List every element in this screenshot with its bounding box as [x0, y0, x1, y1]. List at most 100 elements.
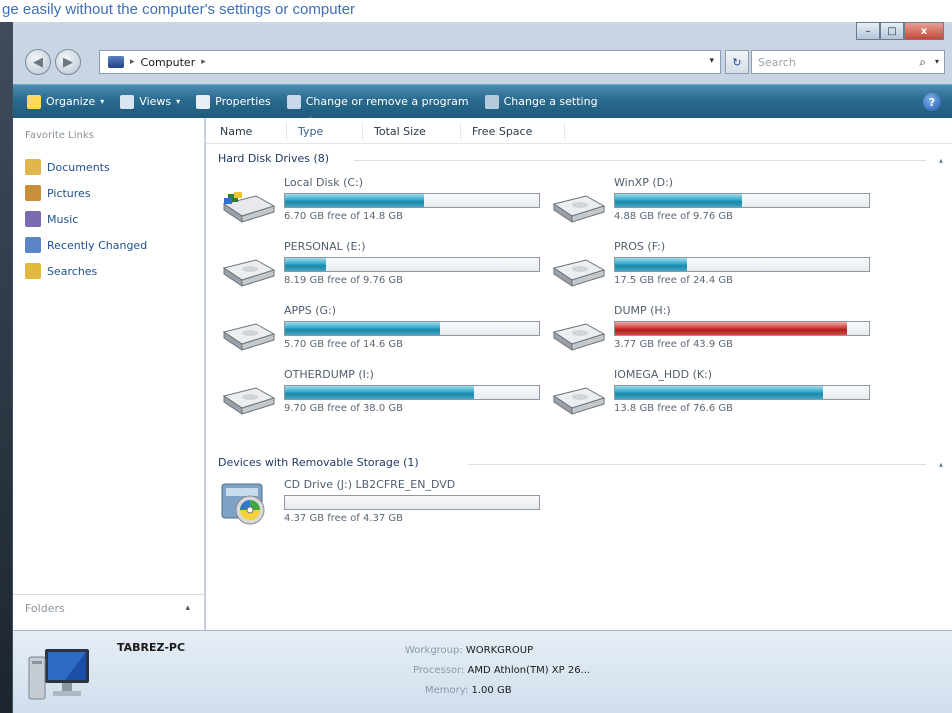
views-icon — [120, 94, 135, 109]
search-placeholder: Search — [758, 55, 796, 69]
group-hard-disk-drives[interactable]: Hard Disk Drives (8) — [218, 152, 329, 165]
drive-item[interactable]: DUMP (H:) 3.77 GB free of 43.9 GB — [550, 304, 880, 364]
collapse-icon[interactable]: ▴ — [939, 156, 943, 165]
favorite-link-recently-changed[interactable]: Recently Changed — [25, 234, 147, 256]
chevron-up-icon[interactable]: ▴ — [185, 603, 190, 613]
drive-item[interactable]: WinXP (D:) 4.88 GB free of 9.76 GB — [550, 176, 880, 236]
address-dropdown-icon[interactable]: ▾ — [709, 56, 714, 66]
music-icon — [25, 211, 41, 227]
search-dropdown-icon[interactable]: ▾ — [935, 57, 939, 66]
address-bar[interactable]: ▸ Computer ▸ ▾ — [99, 50, 721, 74]
drive-name: WinXP (D:) — [614, 176, 674, 189]
local-disk-icon — [222, 192, 276, 223]
group-divider — [468, 464, 926, 465]
column-total-size[interactable]: Total Size — [374, 125, 426, 138]
drive-usage-bar — [614, 385, 870, 400]
caption-text: ge easily without the computer's setting… — [0, 0, 952, 22]
forward-button[interactable]: ▶ — [55, 49, 81, 75]
hard-disk-icon — [222, 323, 276, 351]
favorite-link-label: Pictures — [47, 186, 91, 200]
drive-item[interactable]: PROS (F:) 17.5 GB free of 24.4 GB — [550, 240, 880, 300]
forward-arrow-icon: ▶ — [63, 54, 73, 70]
drive-item[interactable]: CD Drive (J:) LB2CFRE_EN_DVD 4.37 GB free… — [220, 478, 550, 538]
toolbar-label: Organize — [46, 95, 96, 108]
help-button[interactable]: ? — [923, 93, 941, 111]
drive-item[interactable]: PERSONAL (E:) 8.19 GB free of 9.76 GB — [220, 240, 550, 300]
searches-icon — [25, 263, 41, 279]
favorite-link-documents[interactable]: Documents — [25, 156, 110, 178]
drive-usage-fill — [615, 194, 742, 207]
drive-free-space: 9.70 GB free of 38.0 GB — [284, 403, 403, 414]
drive-usage-bar — [284, 495, 540, 510]
close-button[interactable]: x — [904, 22, 944, 40]
folders-bar[interactable]: Folders ▴ — [13, 594, 204, 622]
search-icon[interactable]: ⌕ — [919, 55, 926, 70]
column-divider[interactable] — [460, 122, 461, 140]
drive-free-space: 3.77 GB free of 43.9 GB — [614, 339, 733, 350]
search-input[interactable]: Search ⌕ ▾ — [751, 50, 945, 74]
breadcrumb-computer[interactable]: Computer — [141, 56, 196, 69]
drive-free-space: 4.88 GB free of 9.76 GB — [614, 211, 733, 222]
collapse-icon[interactable]: ▴ — [939, 460, 943, 469]
refresh-button[interactable]: ↻ — [725, 50, 749, 74]
toolbar-change-a-setting-button[interactable]: Change a setting — [479, 89, 604, 115]
column-name[interactable]: Name — [220, 125, 252, 138]
details-pane: TABREZ-PC Workgroup: WORKGROUP Processor… — [13, 630, 952, 713]
drive-usage-fill — [285, 322, 440, 335]
favorite-link-pictures[interactable]: Pictures — [25, 182, 91, 204]
address-row: ◀ ▶ ▸ Computer ▸ ▾ ↻ Search ⌕ ▾ — [13, 42, 952, 82]
column-divider[interactable] — [564, 122, 565, 140]
drive-name: APPS (G:) — [284, 304, 337, 317]
drive-free-space: 5.70 GB free of 14.6 GB — [284, 339, 403, 350]
hard-disk-icon — [222, 387, 276, 415]
drive-usage-fill — [615, 258, 687, 271]
drive-free-space: 13.8 GB free of 76.6 GB — [614, 403, 733, 414]
column-divider[interactable] — [286, 122, 287, 140]
drive-usage-fill — [285, 386, 475, 399]
toolbar-label: Properties — [215, 95, 271, 108]
drive-free-space: 6.70 GB free of 14.8 GB — [284, 211, 403, 222]
workgroup-value: WORKGROUP — [465, 645, 534, 656]
toolbar-properties-button[interactable]: Properties — [190, 89, 277, 115]
drive-usage-bar — [614, 321, 870, 336]
back-button[interactable]: ◀ — [25, 49, 51, 75]
column-free-space[interactable]: Free Space — [472, 125, 532, 138]
favorite-link-label: Searches — [47, 264, 98, 278]
drive-item[interactable]: IOMEGA_HDD (K:) 13.8 GB free of 76.6 GB — [550, 368, 880, 428]
drive-name: DUMP (H:) — [614, 304, 671, 317]
column-header: Name Type Total Size Free Space — [206, 116, 952, 144]
drive-item[interactable]: APPS (G:) 5.70 GB free of 14.6 GB — [220, 304, 550, 364]
drive-usage-bar — [284, 321, 540, 336]
drive-usage-bar — [614, 193, 870, 208]
command-bar: Organize ▾ Views ▾ Properties Change or remov… — [13, 84, 952, 118]
back-arrow-icon: ◀ — [33, 54, 43, 70]
toolbar-organize-button[interactable]: Organize ▾ — [21, 89, 110, 115]
toolbar-change-or-remove-a-program-button[interactable]: Change or remove a program — [281, 89, 475, 115]
toolbar-views-button[interactable]: Views ▾ — [114, 89, 186, 115]
drive-item[interactable]: Local Disk (C:) 6.70 GB free of 14.8 GB — [220, 176, 550, 236]
hard-disk-icon — [552, 323, 606, 351]
column-divider[interactable] — [362, 122, 363, 140]
maximize-button[interactable]: □ — [880, 22, 904, 40]
favorite-link-music[interactable]: Music — [25, 208, 78, 230]
navigation-pane: Favorite Links Folders ▴ Documents Pictur… — [13, 118, 205, 630]
drive-name: CD Drive (J:) LB2CFRE_EN_DVD — [284, 478, 456, 491]
drive-name: IOMEGA_HDD (K:) — [614, 368, 713, 381]
favorite-link-searches[interactable]: Searches — [25, 260, 97, 282]
toolbar-label: Change or remove a program — [305, 95, 469, 108]
drive-free-space: 17.5 GB free of 24.4 GB — [614, 275, 733, 286]
minimize-button[interactable]: – — [856, 22, 880, 40]
properties-icon — [196, 94, 211, 109]
toolbar-label: Views — [139, 95, 172, 108]
group-removable-storage[interactable]: Devices with Removable Storage (1) — [218, 456, 419, 469]
column-type[interactable]: Type — [298, 116, 323, 138]
favorite-link-label: Music — [47, 212, 79, 226]
toolbar-label: Change a setting — [503, 95, 598, 108]
computer-monitor-icon — [28, 649, 89, 700]
drive-usage-bar — [284, 385, 540, 400]
breadcrumb-separator-end[interactable]: ▸ — [201, 57, 206, 67]
drive-item[interactable]: OTHERDUMP (I:) 9.70 GB free of 38.0 GB — [220, 368, 550, 428]
group-divider — [354, 160, 926, 161]
program-icon — [286, 94, 301, 109]
drive-usage-fill — [285, 258, 326, 271]
